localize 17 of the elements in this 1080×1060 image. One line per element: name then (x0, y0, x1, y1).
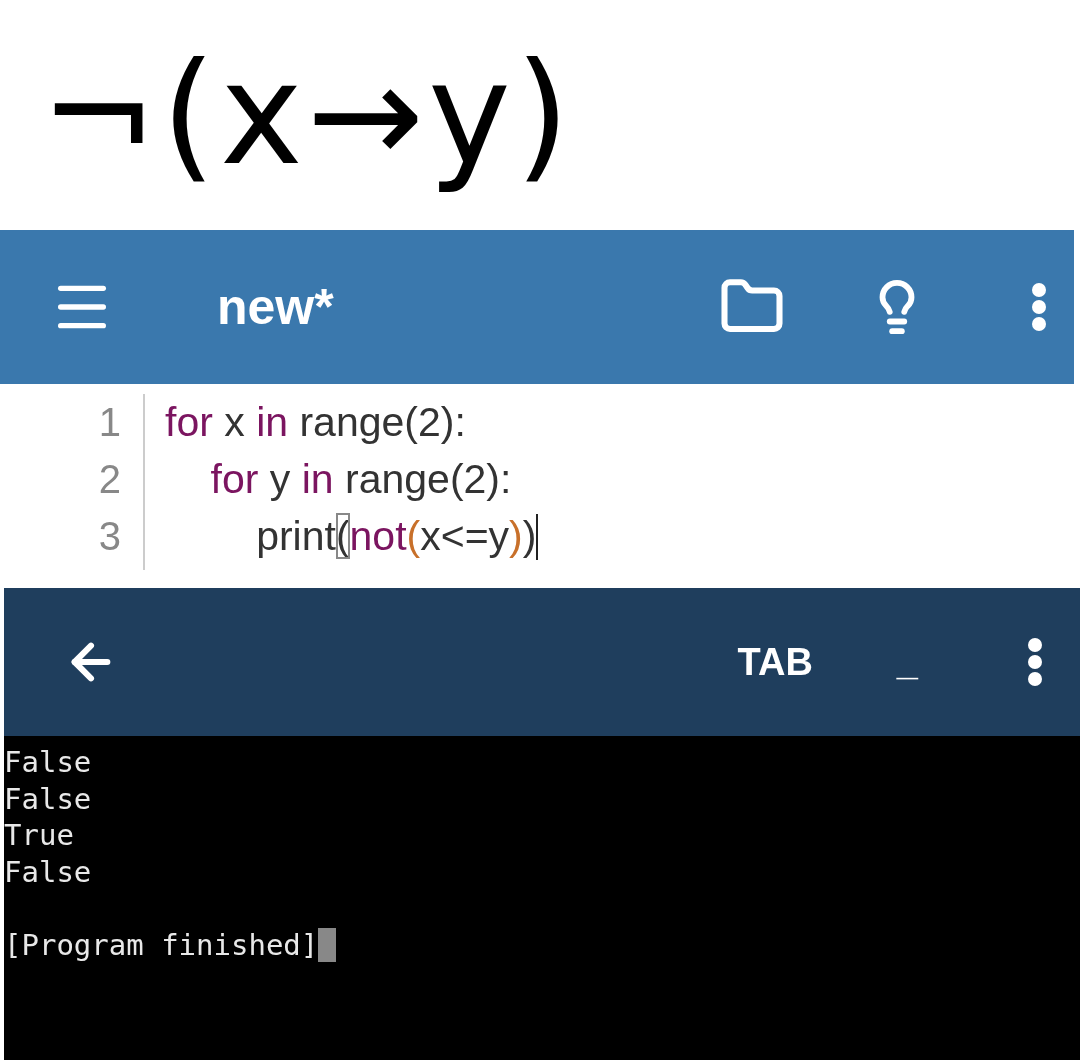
output-line: False (4, 744, 92, 781)
output-line: [Program finished] (4, 926, 319, 963)
handwritten-formula: ¬(x→y) (40, 32, 574, 198)
more-icon (1031, 282, 1047, 332)
output-line: False (4, 780, 92, 817)
line-number: 2 (98, 456, 121, 503)
output-line: True (4, 817, 74, 854)
more-icon (1027, 637, 1043, 687)
code-line: for x in range(2): (165, 398, 466, 447)
tab-key[interactable]: TAB (725, 630, 825, 694)
underscore-key[interactable]: _ (884, 630, 930, 694)
output-line: False (4, 853, 92, 890)
line-number: 1 (98, 399, 121, 446)
line-number: 3 (98, 513, 121, 560)
terminal-cursor (318, 927, 337, 962)
code-line: for y in range(2): (209, 455, 512, 504)
file-title: new* (217, 278, 335, 336)
